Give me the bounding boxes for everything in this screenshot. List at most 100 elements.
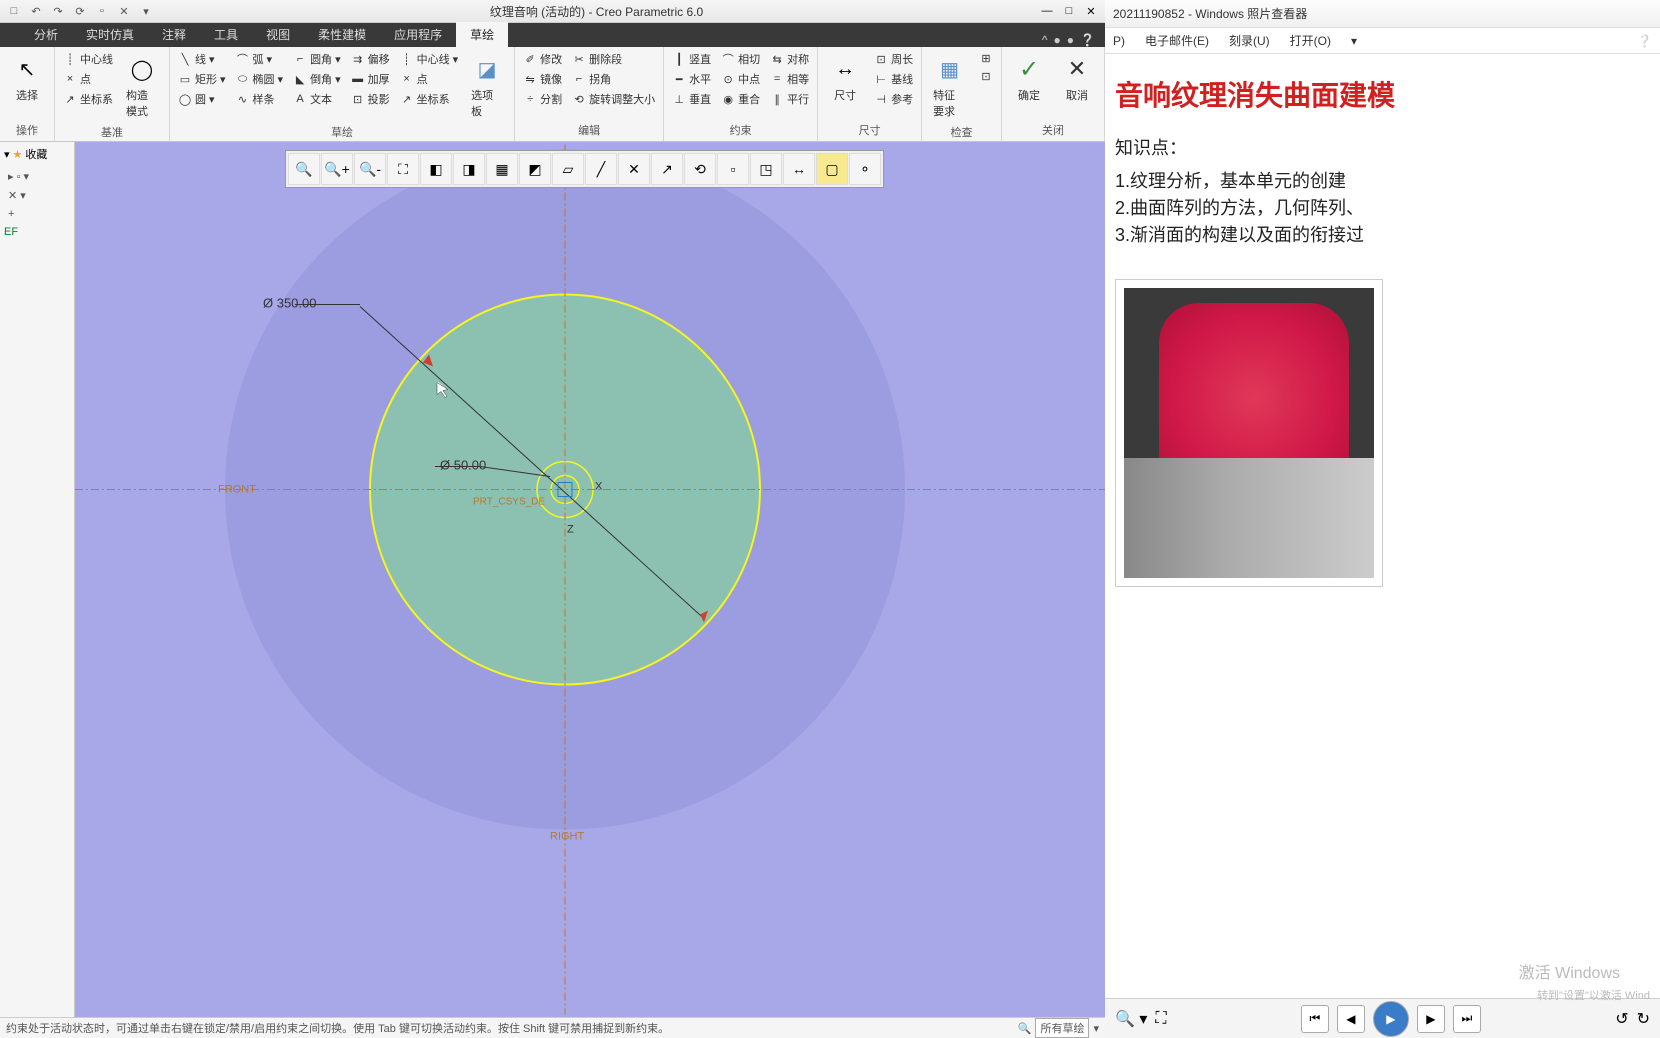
- inspect-btn2[interactable]: ⊡: [976, 68, 996, 84]
- qat-close-icon[interactable]: ✕: [114, 1, 134, 21]
- line-button[interactable]: ╲线 ▾: [175, 50, 229, 68]
- qat-redo-icon[interactable]: ↷: [48, 1, 68, 21]
- tab-sketch[interactable]: 草绘: [456, 22, 508, 47]
- zoom-icon[interactable]: 🔍: [288, 153, 320, 185]
- tangent-button[interactable]: ⌒相切: [718, 50, 763, 68]
- pv-next-button[interactable]: ▶: [1417, 1005, 1445, 1033]
- centerline-button[interactable]: ┊中心线: [60, 50, 116, 68]
- spin-center-icon[interactable]: ▫: [717, 153, 749, 185]
- view-mgr-icon[interactable]: ◩: [519, 153, 551, 185]
- inspect-btn1[interactable]: ⊞: [976, 50, 996, 66]
- filter-combo[interactable]: 所有草绘: [1035, 1018, 1089, 1038]
- arc-button[interactable]: ⌒弧 ▾: [233, 50, 287, 68]
- circle-button[interactable]: ◯圆 ▾: [175, 90, 229, 108]
- tree-item[interactable]: ▸ ▫ ▾: [4, 168, 70, 185]
- orient-icon[interactable]: ↔: [783, 153, 815, 185]
- dimension-button[interactable]: ↔ 尺寸: [823, 50, 867, 106]
- ribbon-help-icon[interactable]: ❔: [1080, 33, 1095, 47]
- zoom-out-icon[interactable]: 🔍-: [354, 153, 386, 185]
- point2-button[interactable]: ×点: [397, 70, 462, 88]
- ef-item[interactable]: EF: [4, 224, 70, 240]
- parallel-button[interactable]: ∥平行: [767, 90, 812, 108]
- annotation-icon[interactable]: ⟲: [684, 153, 716, 185]
- pv-menu-dropdown-icon[interactable]: ▾: [1351, 34, 1357, 48]
- sketch-view-icon[interactable]: ▢: [816, 153, 848, 185]
- equal-button[interactable]: =相等: [767, 70, 812, 88]
- pv-last-button[interactable]: ⏭: [1453, 1005, 1481, 1033]
- horizontal-button[interactable]: ━水平: [669, 70, 714, 88]
- perimeter-button[interactable]: ⊡周长: [871, 50, 916, 68]
- refit-icon[interactable]: ⛶: [387, 153, 419, 185]
- close-button[interactable]: ✕: [1081, 1, 1101, 21]
- tab-simulation[interactable]: 实时仿真: [72, 22, 148, 47]
- pv-rotate-ccw-icon[interactable]: ↺: [1615, 1009, 1628, 1029]
- qat-save-icon[interactable]: ▫: [92, 1, 112, 21]
- ribbon-min-icon[interactable]: ^: [1042, 33, 1048, 47]
- corner-button[interactable]: ⌐拐角: [569, 70, 658, 88]
- qat-regen-icon[interactable]: ⟳: [70, 1, 90, 21]
- midpoint-button[interactable]: ⊙中点: [718, 70, 763, 88]
- tree-item[interactable]: +: [4, 206, 70, 222]
- project-button[interactable]: ⊡投影: [348, 90, 393, 108]
- pv-help-icon[interactable]: ❔: [1637, 34, 1652, 48]
- datum-csys-icon[interactable]: ↗: [651, 153, 683, 185]
- ellipse-button[interactable]: ⬭椭圆 ▾: [233, 70, 287, 88]
- shade-icon[interactable]: ◨: [453, 153, 485, 185]
- rect-button[interactable]: ▭矩形 ▾: [175, 70, 229, 88]
- fillet-button[interactable]: ⌐圆角 ▾: [290, 50, 344, 68]
- tab-tools[interactable]: 工具: [200, 22, 252, 47]
- select-button[interactable]: ↖ 选择: [5, 50, 49, 106]
- maximize-button[interactable]: □: [1059, 1, 1079, 21]
- tree-toggle-icon[interactable]: ▾: [4, 148, 10, 161]
- pv-rotate-cw-icon[interactable]: ↻: [1637, 1009, 1650, 1029]
- baseline-button[interactable]: ⊢基线: [871, 70, 916, 88]
- pv-menu-email[interactable]: 电子邮件(E): [1145, 32, 1209, 49]
- qat-undo-icon[interactable]: ↶: [26, 1, 46, 21]
- spline-button[interactable]: ∿样条: [233, 90, 287, 108]
- point-button[interactable]: ×点: [60, 70, 116, 88]
- pv-fit-icon[interactable]: ⛶: [1155, 1010, 1166, 1028]
- pv-menu-burn[interactable]: 刻录(U): [1229, 32, 1270, 49]
- qat-new-icon[interactable]: □: [4, 1, 24, 21]
- tab-view[interactable]: 视图: [252, 22, 304, 47]
- status-more-icon[interactable]: ▾: [1093, 1022, 1099, 1035]
- symmetric-button[interactable]: ⇆对称: [767, 50, 812, 68]
- pv-menu-print[interactable]: P): [1113, 34, 1125, 48]
- construct-mode-button[interactable]: ◯ 构造模式: [120, 50, 164, 122]
- tab-flex[interactable]: 柔性建模: [304, 22, 380, 47]
- palette-button[interactable]: ◪ 选项板: [465, 50, 509, 122]
- text-button[interactable]: A文本: [290, 90, 344, 108]
- datum-axis-icon[interactable]: ╱: [585, 153, 617, 185]
- pv-zoom-icon[interactable]: 🔍 ▾: [1115, 1009, 1147, 1029]
- centerline2-button[interactable]: ┊中心线 ▾: [397, 50, 462, 68]
- qat-more-icon[interactable]: ▾: [136, 1, 156, 21]
- ribbon-opt2-icon[interactable]: ●: [1067, 33, 1074, 47]
- feature-req-button[interactable]: ▦ 特征要求: [927, 50, 972, 122]
- perspective-icon[interactable]: ◳: [750, 153, 782, 185]
- tab-apps[interactable]: 应用程序: [380, 22, 456, 47]
- pv-first-button[interactable]: ⏮: [1301, 1005, 1329, 1033]
- coord-button[interactable]: ↗坐标系: [60, 90, 116, 108]
- graphics-canvas[interactable]: Ø 350.00 Ø 50.00 FRONT RIGHT PRT_CSYS_DE…: [75, 142, 1105, 1017]
- reference-button[interactable]: ⊣参考: [871, 90, 916, 108]
- tab-analysis[interactable]: 分析: [20, 22, 72, 47]
- tab-annotate[interactable]: 注释: [148, 22, 200, 47]
- pv-menu-open[interactable]: 打开(O): [1290, 32, 1331, 49]
- datum-point-icon[interactable]: ✕: [618, 153, 650, 185]
- ribbon-opt-icon[interactable]: ●: [1054, 33, 1061, 47]
- divide-button[interactable]: ÷分割: [520, 90, 565, 108]
- mirror-button[interactable]: ⇋镜像: [520, 70, 565, 88]
- coincident-button[interactable]: ◉重合: [718, 90, 763, 108]
- vertical-button[interactable]: ┃竖直: [669, 50, 714, 68]
- modify-button[interactable]: ✐修改: [520, 50, 565, 68]
- saved-view-icon[interactable]: ▦: [486, 153, 518, 185]
- tree-item[interactable]: ✕ ▾: [4, 187, 70, 204]
- perpendicular-button[interactable]: ⊥垂直: [669, 90, 714, 108]
- coord2-button[interactable]: ↗坐标系: [397, 90, 462, 108]
- favorites-icon[interactable]: ★: [13, 148, 23, 161]
- pv-play-button[interactable]: ▶: [1373, 1001, 1409, 1037]
- zoom-in-icon[interactable]: 🔍+: [321, 153, 353, 185]
- datum-plane-icon[interactable]: ▱: [552, 153, 584, 185]
- thicken-button[interactable]: ▬加厚: [348, 70, 393, 88]
- delete-seg-button[interactable]: ✂删除段: [569, 50, 658, 68]
